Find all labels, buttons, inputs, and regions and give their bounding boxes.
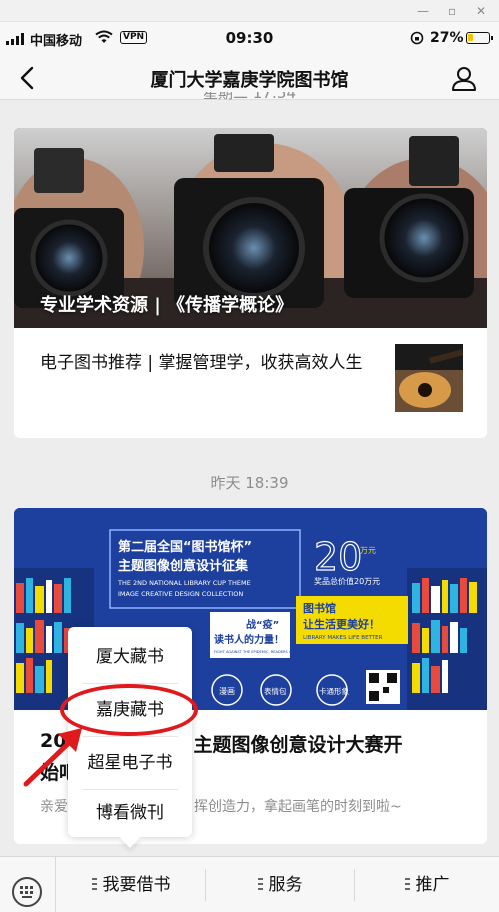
fight-english: FIGHT AGAINST THE EPIDEMIC, READERS ARE … xyxy=(214,650,317,654)
page-title: 厦门大学嘉庚学院图书馆 xyxy=(150,70,349,91)
poster-tag: 表情包 xyxy=(264,686,287,696)
fight-text: 读书人的力量！ xyxy=(214,633,284,646)
poster-english: THE 2ND NATIONAL LIBRARY CUP THEME xyxy=(117,579,251,587)
menu-item-superstar-ebooks[interactable]: 超星电子书 xyxy=(68,737,192,789)
article-description: 亲爱 挥创造力，拿起画笔的时刻到啦~ xyxy=(40,799,402,815)
rotation-lock-icon xyxy=(410,31,424,45)
sub-article-title: 电子图书推荐 | 掌握管理学，收获高效人生 xyxy=(40,353,363,373)
guitar-thumbnail xyxy=(395,344,463,412)
status-bar: 中国移动 VPN 09:30 27% xyxy=(0,22,499,56)
window-titlebar: — ▫ ✕ xyxy=(0,0,499,22)
fight-text: 战“疫” xyxy=(246,618,279,631)
poster-tag: 漫画 xyxy=(219,686,235,696)
slogan-english: LIBRARY MAKES LIFE BETTER xyxy=(303,635,383,641)
tab-borrow[interactable]: 我要借书 xyxy=(56,857,206,912)
sub-article-row[interactable]: 电子图书推荐 | 掌握管理学，收获高效人生 xyxy=(14,328,487,438)
prize-unit: 万元 xyxy=(360,546,376,555)
status-time: 09:30 xyxy=(225,29,274,47)
close-icon[interactable]: ✕ xyxy=(476,3,486,19)
battery-icon xyxy=(466,32,493,44)
feed-timestamp: 昨天 18:39 xyxy=(210,474,289,492)
poster-heading: 第二届全国“图书馆杯” xyxy=(118,539,252,555)
feed-timestamp: 星期二 17:54 xyxy=(203,92,296,102)
prize-text: 奖品总价值20万元 xyxy=(314,576,380,586)
poster-heading: 主题图像创意设计征集 xyxy=(118,558,249,574)
poster-english: IMAGE CREATIVE DESIGN COLLECTION xyxy=(118,590,243,598)
minimize-icon[interactable]: — xyxy=(417,3,429,19)
prize-number: 20 xyxy=(314,535,362,579)
poster-tag: 卡通形象 xyxy=(319,686,349,696)
menu-item-bookan-journals[interactable]: 博看微刊 xyxy=(68,787,192,839)
hero-caption: 专业学术资源 | 《传播学概论》 xyxy=(40,295,294,316)
tab-promotion[interactable]: 推广 xyxy=(355,857,499,912)
menu-item-tkk-books[interactable]: 嘉庚藏书 xyxy=(68,684,192,736)
article-title-part: ”主题图像创意设计大赛开 xyxy=(181,734,403,756)
profile-icon[interactable] xyxy=(450,65,478,91)
article-card[interactable]: 专业学术资源 | 《传播学概论》 电子图书推荐 | 掌握管理学，收获高效人生 xyxy=(14,128,487,438)
bottom-menu-bar: 我要借书 服务 推广 xyxy=(0,856,499,912)
slogan: 让生活更美好！ xyxy=(303,617,380,631)
article-hero-image[interactable]: 专业学术资源 | 《传播学概论》 xyxy=(14,128,487,328)
tab-services[interactable]: 服务 xyxy=(206,857,354,912)
keyboard-toggle-button[interactable] xyxy=(0,857,56,912)
borrow-submenu: 厦大藏书 嘉庚藏书 超星电子书 博看微刊 xyxy=(68,627,192,837)
keyboard-icon xyxy=(12,877,42,907)
maximize-icon[interactable]: ▫ xyxy=(448,3,456,19)
menu-item-xmu-books[interactable]: 厦大藏书 xyxy=(68,631,192,683)
slogan: 图书馆 xyxy=(303,601,336,615)
battery-percent: 27% xyxy=(430,30,464,46)
article-title-part: 20 xyxy=(40,730,67,752)
battery-level xyxy=(468,34,474,41)
